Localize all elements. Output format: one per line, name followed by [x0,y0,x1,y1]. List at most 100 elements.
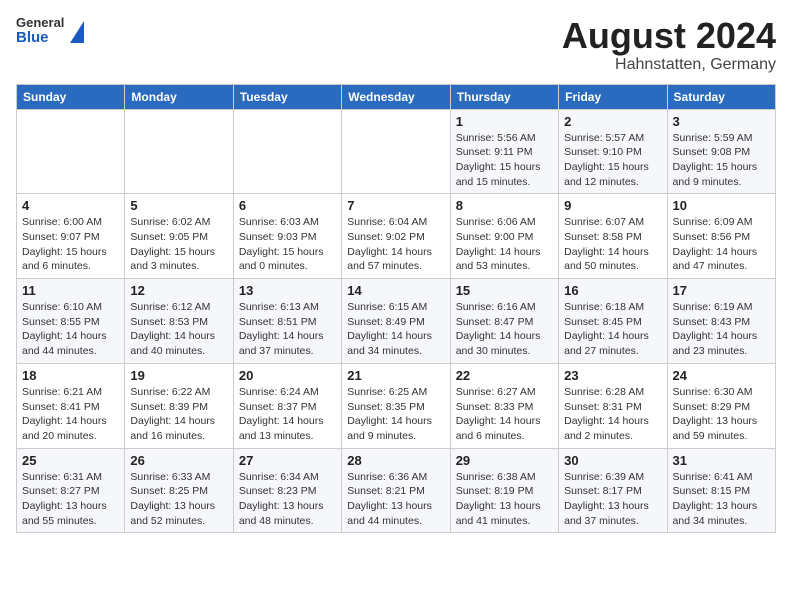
calendar-cell: 26 Sunrise: 6:33 AM Sunset: 8:25 PM Dayli… [125,448,233,533]
day-number: 29 [456,453,553,468]
calendar-cell: 19Sunrise: 6:22 AM Sunset: 8:39 PM Dayli… [125,363,233,448]
calendar-cell: 29 Sunrise: 6:38 AM Sunset: 8:19 PM Dayli… [450,448,558,533]
day-number: 13 [239,283,336,298]
calendar-cell: 23Sunrise: 6:28 AM Sunset: 8:31 PM Dayli… [559,363,667,448]
day-info: Sunrise: 6:25 AM Sunset: 8:35 PM Dayligh… [347,386,432,442]
day-info: Sunrise: 6:10 AM Sunset: 8:55 PM Dayligh… [22,301,107,357]
calendar-cell: 12 Sunrise: 6:12 AM Sunset: 8:53 PM Dayli… [125,279,233,364]
day-number: 23 [564,368,661,383]
day-info: Sunrise: 6:12 AM Sunset: 8:53 PM Dayligh… [130,301,215,357]
day-info: Sunrise: 6:21 AM Sunset: 8:41 PM Dayligh… [22,386,107,442]
day-number: 16 [564,283,661,298]
calendar-cell [342,109,450,194]
day-number: 24 [673,368,770,383]
calendar-cell: 9Sunrise: 6:07 AM Sunset: 8:58 PM Daylig… [559,194,667,279]
day-info: Sunrise: 6:18 AM Sunset: 8:45 PM Dayligh… [564,301,649,357]
page-header: General Blue August 2024 Hahnstatten, Ge… [16,16,776,74]
weekday-header-sunday: Sunday [17,84,125,109]
calendar-week-row: 25Sunrise: 6:31 AM Sunset: 8:27 PM Dayli… [17,448,776,533]
day-number: 11 [22,283,119,298]
logo-general: General [16,16,64,30]
calendar-cell: 10 Sunrise: 6:09 AM Sunset: 8:56 PM Dayli… [667,194,775,279]
weekday-header-thursday: Thursday [450,84,558,109]
day-info: Sunrise: 6:00 AM Sunset: 9:07 PM Dayligh… [22,216,107,272]
day-number: 9 [564,198,661,213]
day-info: Sunrise: 6:38 AM Sunset: 8:19 PM Dayligh… [456,471,541,527]
calendar-header: SundayMondayTuesdayWednesdayThursdayFrid… [17,84,776,109]
day-number: 31 [673,453,770,468]
calendar-cell: 25Sunrise: 6:31 AM Sunset: 8:27 PM Dayli… [17,448,125,533]
day-number: 20 [239,368,336,383]
calendar-cell: 7 Sunrise: 6:04 AM Sunset: 9:02 PM Daylig… [342,194,450,279]
calendar-cell: 24 Sunrise: 6:30 AM Sunset: 8:29 PM Dayli… [667,363,775,448]
calendar-cell: 4 Sunrise: 6:00 AM Sunset: 9:07 PM Daylig… [17,194,125,279]
day-info: Sunrise: 6:24 AM Sunset: 8:37 PM Dayligh… [239,386,324,442]
day-info: Sunrise: 6:09 AM Sunset: 8:56 PM Dayligh… [673,216,758,272]
day-number: 30 [564,453,661,468]
day-number: 18 [22,368,119,383]
calendar-cell: 3 Sunrise: 5:59 AM Sunset: 9:08 PM Daylig… [667,109,775,194]
calendar-cell [125,109,233,194]
day-number: 10 [673,198,770,213]
day-info: Sunrise: 5:59 AM Sunset: 9:08 PM Dayligh… [673,132,758,188]
weekday-header-monday: Monday [125,84,233,109]
location-subtitle: Hahnstatten, Germany [562,56,776,74]
day-info: Sunrise: 6:34 AM Sunset: 8:23 PM Dayligh… [239,471,324,527]
day-number: 21 [347,368,444,383]
calendar-cell [233,109,341,194]
day-info: Sunrise: 6:04 AM Sunset: 9:02 PM Dayligh… [347,216,432,272]
calendar-cell: 8 Sunrise: 6:06 AM Sunset: 9:00 PM Daylig… [450,194,558,279]
title-area: August 2024 Hahnstatten, Germany [562,16,776,74]
day-number: 15 [456,283,553,298]
day-number: 7 [347,198,444,213]
day-number: 2 [564,114,661,129]
logo-triangle-icon [70,21,84,43]
day-info: Sunrise: 6:13 AM Sunset: 8:51 PM Dayligh… [239,301,324,357]
calendar-week-row: 1 Sunrise: 5:56 AM Sunset: 9:11 PM Daylig… [17,109,776,194]
calendar-cell: 5Sunrise: 6:02 AM Sunset: 9:05 PM Daylig… [125,194,233,279]
day-number: 8 [456,198,553,213]
calendar-cell: 21 Sunrise: 6:25 AM Sunset: 8:35 PM Dayli… [342,363,450,448]
calendar-cell: 18 Sunrise: 6:21 AM Sunset: 8:41 PM Dayli… [17,363,125,448]
day-info: Sunrise: 6:06 AM Sunset: 9:00 PM Dayligh… [456,216,541,272]
day-number: 3 [673,114,770,129]
day-info: Sunrise: 6:15 AM Sunset: 8:49 PM Dayligh… [347,301,432,357]
day-number: 22 [456,368,553,383]
day-number: 1 [456,114,553,129]
calendar-table: SundayMondayTuesdayWednesdayThursdayFrid… [16,84,776,534]
day-number: 17 [673,283,770,298]
day-info: Sunrise: 5:56 AM Sunset: 9:11 PM Dayligh… [456,132,541,188]
calendar-week-row: 18 Sunrise: 6:21 AM Sunset: 8:41 PM Dayli… [17,363,776,448]
month-year-title: August 2024 [562,16,776,56]
logo-blue: Blue [16,30,64,47]
weekday-header-friday: Friday [559,84,667,109]
calendar-cell: 2Sunrise: 5:57 AM Sunset: 9:10 PM Daylig… [559,109,667,194]
calendar-week-row: 4 Sunrise: 6:00 AM Sunset: 9:07 PM Daylig… [17,194,776,279]
weekday-header-wednesday: Wednesday [342,84,450,109]
day-info: Sunrise: 6:30 AM Sunset: 8:29 PM Dayligh… [673,386,758,442]
day-number: 5 [130,198,227,213]
weekday-header-tuesday: Tuesday [233,84,341,109]
day-number: 14 [347,283,444,298]
day-number: 12 [130,283,227,298]
logo: General Blue [16,16,84,47]
day-number: 4 [22,198,119,213]
day-info: Sunrise: 6:39 AM Sunset: 8:17 PM Dayligh… [564,471,649,527]
day-info: Sunrise: 6:41 AM Sunset: 8:15 PM Dayligh… [673,471,758,527]
day-info: Sunrise: 6:19 AM Sunset: 8:43 PM Dayligh… [673,301,758,357]
calendar-week-row: 11 Sunrise: 6:10 AM Sunset: 8:55 PM Dayli… [17,279,776,364]
day-info: Sunrise: 6:33 AM Sunset: 8:25 PM Dayligh… [130,471,215,527]
day-number: 28 [347,453,444,468]
calendar-cell: 16 Sunrise: 6:18 AM Sunset: 8:45 PM Dayli… [559,279,667,364]
day-number: 26 [130,453,227,468]
calendar-cell: 15 Sunrise: 6:16 AM Sunset: 8:47 PM Dayli… [450,279,558,364]
day-info: Sunrise: 6:16 AM Sunset: 8:47 PM Dayligh… [456,301,541,357]
day-info: Sunrise: 6:31 AM Sunset: 8:27 PM Dayligh… [22,471,107,527]
weekday-header-row: SundayMondayTuesdayWednesdayThursdayFrid… [17,84,776,109]
day-info: Sunrise: 6:22 AM Sunset: 8:39 PM Dayligh… [130,386,215,442]
day-number: 6 [239,198,336,213]
day-number: 27 [239,453,336,468]
calendar-cell: 17 Sunrise: 6:19 AM Sunset: 8:43 PM Dayli… [667,279,775,364]
weekday-header-saturday: Saturday [667,84,775,109]
calendar-cell: 22Sunrise: 6:27 AM Sunset: 8:33 PM Dayli… [450,363,558,448]
